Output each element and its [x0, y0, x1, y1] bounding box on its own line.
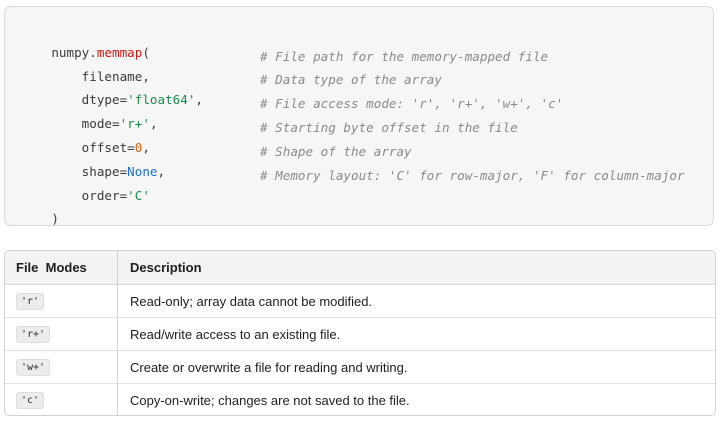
code-comment: # Data type of the array — [260, 72, 442, 87]
table-header-row: File Modes Description — [5, 251, 715, 285]
code-line: filename, # File path for the memory-map… — [21, 47, 548, 84]
description-cell: Read/write access to an existing file. — [130, 326, 341, 342]
mode-cell: 'r+' — [5, 318, 118, 350]
file-modes-table: File Modes Description 'r' Read-only; ar… — [4, 250, 716, 416]
code-token: , — [195, 92, 204, 107]
code-line: order='C' # Memory layout: 'C' for row-m… — [21, 166, 685, 203]
mode-code: 'c' — [16, 392, 45, 409]
code-block: numpy.memmap( filename, # File path for … — [4, 6, 714, 226]
column-header-description: Description — [130, 260, 202, 275]
description-cell: Read-only; array data cannot be modified… — [130, 293, 373, 309]
code-token: , — [149, 116, 158, 131]
table-row: 'r' Read-only; array data cannot be modi… — [5, 285, 715, 318]
code-line: mode='r+', # File access mode: 'r', 'r+'… — [21, 94, 564, 131]
column-header-file-modes: File Modes — [5, 251, 118, 284]
mode-code: 'r' — [16, 292, 45, 310]
table-row: 'w+' Create or overwrite a file for read… — [5, 351, 715, 384]
mode-cell: 'w+' — [5, 351, 118, 383]
code-comment: # File access mode: 'r', 'r+', 'w+', 'c' — [260, 96, 564, 111]
mode-code: 'r+' — [16, 325, 51, 343]
code-line: offset=0, # Starting byte offset in the … — [21, 118, 518, 155]
code-line: numpy.memmap( — [21, 23, 150, 60]
code-token: ) — [51, 211, 59, 226]
code-line: dtype='float64', # Data type of the arra… — [21, 70, 442, 107]
code-comment: # Starting byte offset in the file — [260, 120, 518, 135]
mode-cell: 'r' — [5, 285, 118, 317]
description-cell: Copy-on-write; changes are not saved to … — [130, 393, 410, 408]
code-token: , — [157, 164, 166, 179]
code-token: 'C' — [127, 188, 150, 203]
code-line: ) — [21, 189, 59, 226]
code-comment: # File path for the memory-mapped file — [260, 49, 549, 64]
code-line: shape=None, # Shape of the array — [21, 142, 412, 179]
mode-code: 'w+' — [16, 358, 51, 376]
code-comment: # Shape of the array — [260, 144, 412, 159]
code-token: order= — [51, 188, 128, 203]
code-comment: # Memory layout: 'C' for row-major, 'F' … — [260, 168, 685, 183]
table-row: 'c' Copy-on-write; changes are not saved… — [5, 384, 715, 415]
table-row: 'r+' Read/write access to an existing fi… — [5, 318, 715, 351]
mode-cell: 'c' — [5, 384, 118, 415]
description-cell: Create or overwrite a file for reading a… — [130, 359, 408, 375]
